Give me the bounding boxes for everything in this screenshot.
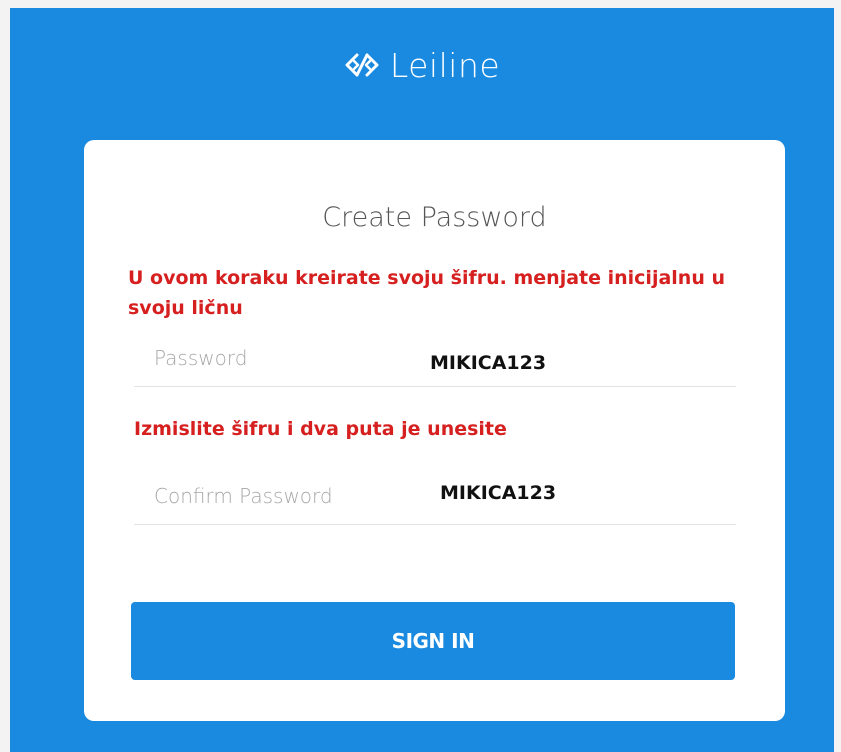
sign-in-button[interactable]: SIGN IN	[131, 602, 735, 680]
create-password-card: Create Password U ovom koraku kreirate s…	[84, 140, 785, 721]
confirm-password-value: MIKICA123	[440, 482, 557, 504]
page-title: Create Password	[322, 202, 547, 233]
confirm-password-label: Confirm Password	[154, 484, 333, 508]
password-field[interactable]: Password MIKICA123	[134, 336, 736, 387]
diamond-link-logo-icon	[344, 53, 380, 77]
login-background-panel: Leiline Create Password U ovom koraku kr…	[10, 8, 834, 752]
brand-name: Leiline	[389, 45, 501, 85]
confirm-instruction-note: Izmislite šifru i dva puta je unesite	[134, 418, 507, 440]
password-value: MIKICA123	[430, 352, 547, 374]
password-label: Password	[154, 346, 248, 370]
brand-header: Leiline	[10, 40, 834, 90]
confirm-password-field[interactable]: Confirm Password MIKICA123	[134, 474, 736, 525]
instruction-note: U ovom koraku kreirate svoju šifru. menj…	[128, 267, 725, 319]
